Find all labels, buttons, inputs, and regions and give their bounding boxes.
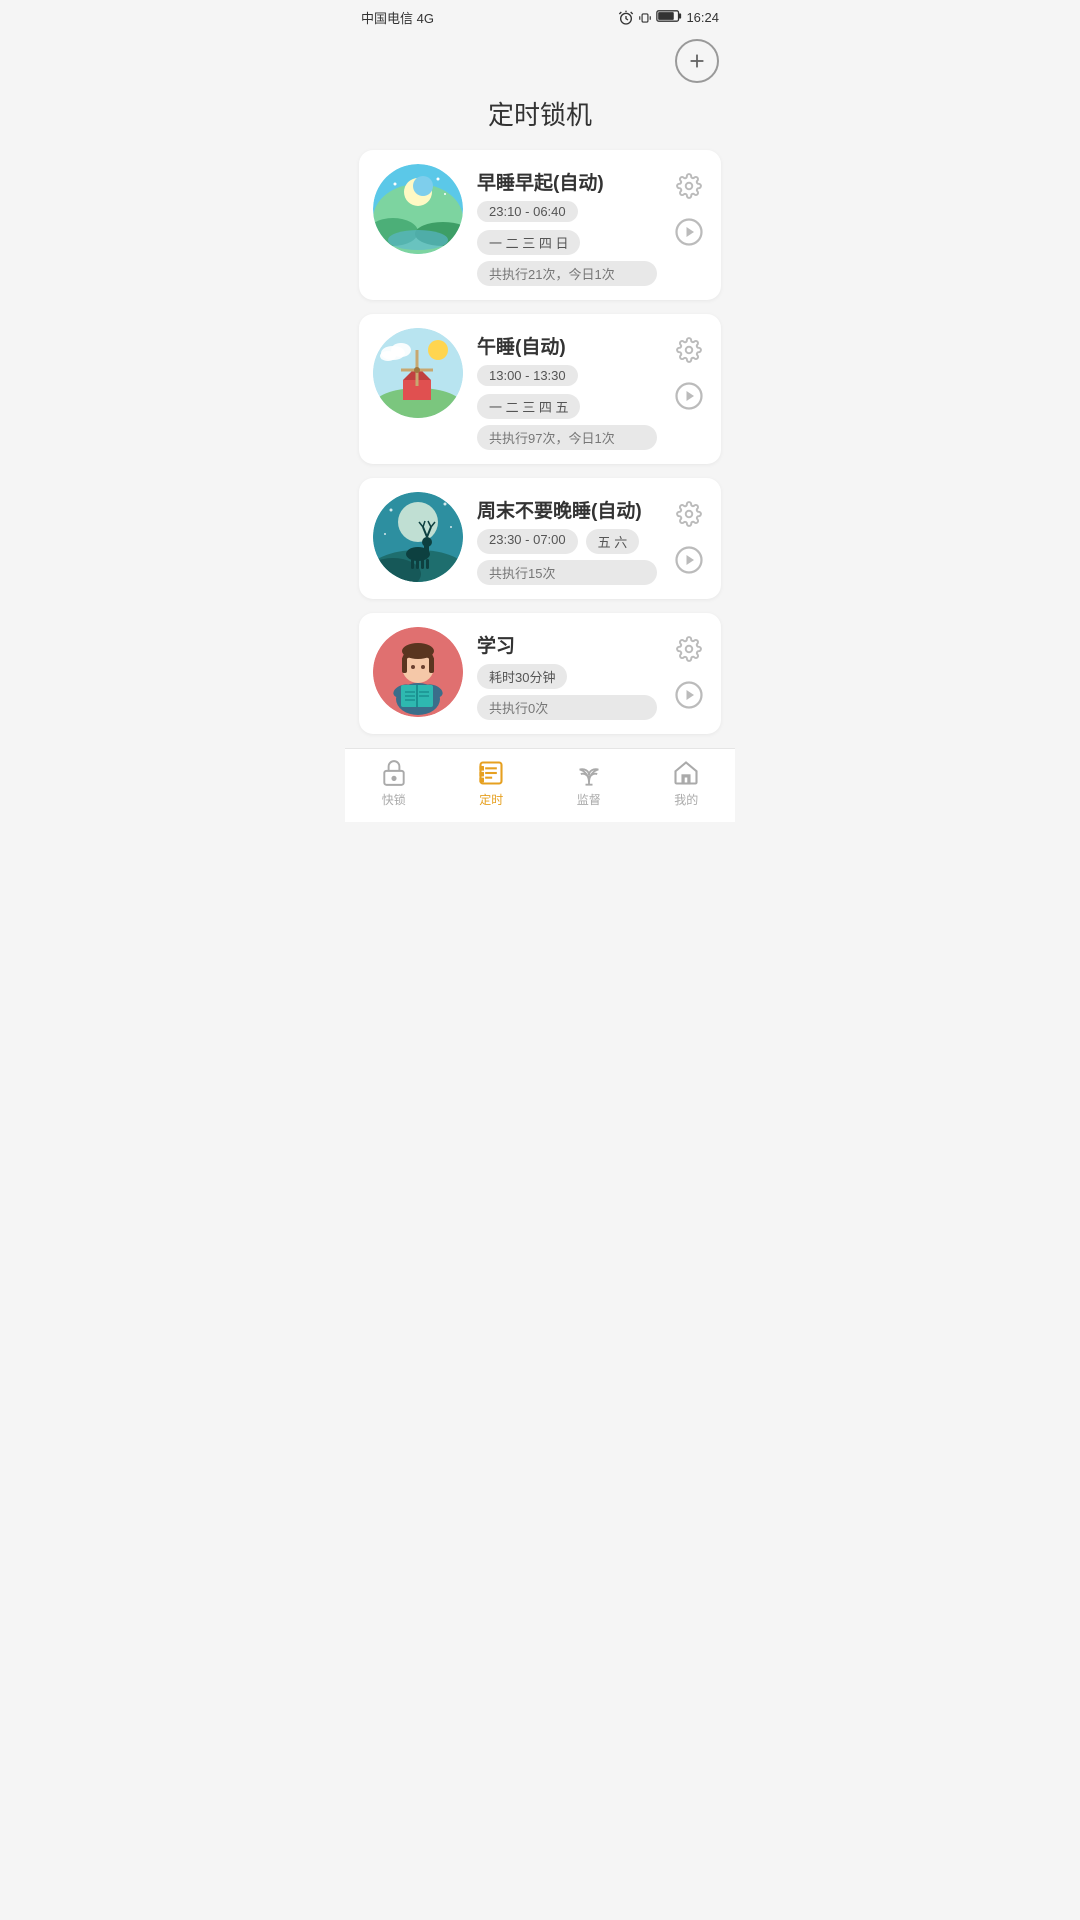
nav-icon-mine <box>672 759 700 787</box>
play-button-early-sleep[interactable] <box>671 214 707 250</box>
nav-item-quick-lock[interactable]: 快锁 <box>345 759 443 808</box>
card-body-noon-nap: 午睡(自动) 13:00 - 13:30 一 二 三 四 五 共执行97次，今日… <box>477 328 657 450</box>
home-icon <box>672 759 700 787</box>
card-actions-study <box>671 627 707 713</box>
card-list: 早睡早起(自动) 23:10 - 06:40 一 二 三 四 日 共执行21次，… <box>345 150 735 734</box>
play-icon-noon-nap <box>674 381 704 411</box>
gear-icon-weekend-sleep <box>676 501 702 527</box>
card-title-noon-nap: 午睡(自动) <box>477 332 657 359</box>
lock-icon <box>381 759 407 787</box>
nav-label-timer: 定时 <box>479 791 503 808</box>
battery-icon <box>656 9 682 23</box>
time-tag-noon-nap: 13:00 - 13:30 <box>477 365 578 386</box>
card-actions-early-sleep <box>671 164 707 250</box>
nav-item-mine[interactable]: 我的 <box>638 759 736 808</box>
stats-weekend-sleep: 共执行15次 <box>477 560 657 585</box>
card-image-early-sleep <box>373 164 463 254</box>
gear-icon-early-sleep <box>676 173 702 199</box>
card-title-early-sleep: 早睡早起(自动) <box>477 168 657 195</box>
card-tags-early-sleep: 23:10 - 06:40 一 二 三 四 日 <box>477 201 657 255</box>
status-right: 16:24 <box>618 9 719 26</box>
time-tag-weekend-sleep: 23:30 - 07:00 <box>477 529 578 554</box>
add-button[interactable] <box>675 39 719 83</box>
card-weekend-sleep: 周末不要晚睡(自动) 23:30 - 07:00 五 六 共执行15次 <box>359 478 721 599</box>
card-tags-weekend-sleep: 23:30 - 07:00 五 六 <box>477 529 657 554</box>
card-noon-nap: 午睡(自动) 13:00 - 13:30 一 二 三 四 五 共执行97次，今日… <box>359 314 721 464</box>
play-icon-early-sleep <box>674 217 704 247</box>
nav-label-quick-lock: 快锁 <box>382 791 406 808</box>
timer-list-icon <box>477 759 505 787</box>
card-early-sleep: 早睡早起(自动) 23:10 - 06:40 一 二 三 四 日 共执行21次，… <box>359 150 721 300</box>
stats-study: 共执行0次 <box>477 695 657 720</box>
battery-text <box>656 9 682 26</box>
days-tag-early-sleep: 一 二 三 四 日 <box>477 230 580 255</box>
card-tags-study: 耗时30分钟 <box>477 664 657 689</box>
play-button-noon-nap[interactable] <box>671 378 707 414</box>
play-icon-weekend-sleep <box>674 545 704 575</box>
card-title-weekend-sleep: 周末不要晚睡(自动) <box>477 496 657 523</box>
nav-icon-monitor <box>575 759 603 787</box>
header <box>345 31 735 87</box>
gear-icon-noon-nap <box>676 337 702 363</box>
days-tag-noon-nap: 一 二 三 四 五 <box>477 394 580 419</box>
card-body-study: 学习 耗时30分钟 共执行0次 <box>477 627 657 720</box>
days-tag-weekend-sleep: 五 六 <box>586 529 640 554</box>
bottom-nav: 快锁 定时 <box>345 748 735 822</box>
card-body-early-sleep: 早睡早起(自动) 23:10 - 06:40 一 二 三 四 日 共执行21次，… <box>477 164 657 286</box>
status-bar: 中国电信 4G 16:24 <box>345 0 735 31</box>
time-text: 16:24 <box>686 10 719 25</box>
gear-icon-study <box>676 636 702 662</box>
card-study: 学习 耗时30分钟 共执行0次 <box>359 613 721 734</box>
play-button-weekend-sleep[interactable] <box>671 542 707 578</box>
nav-icon-quick-lock <box>380 759 408 787</box>
alarm-icon <box>618 10 634 26</box>
vibrate-icon <box>638 10 652 26</box>
stats-noon-nap: 共执行97次，今日1次 <box>477 425 657 450</box>
plus-icon <box>686 50 708 72</box>
card-image-study <box>373 627 463 717</box>
play-button-study[interactable] <box>671 677 707 713</box>
card-image-noon-nap <box>373 328 463 418</box>
settings-button-weekend-sleep[interactable] <box>671 496 707 532</box>
page-title: 定时锁机 <box>345 87 735 150</box>
card-body-weekend-sleep: 周末不要晚睡(自动) 23:30 - 07:00 五 六 共执行15次 <box>477 492 657 585</box>
nav-icon-timer <box>477 759 505 787</box>
plant-icon <box>575 759 603 787</box>
settings-button-study[interactable] <box>671 631 707 667</box>
time-tag-early-sleep: 23:10 - 06:40 <box>477 201 578 222</box>
card-image-weekend-sleep <box>373 492 463 582</box>
card-actions-noon-nap <box>671 328 707 414</box>
duration-tag-study: 耗时30分钟 <box>477 664 567 689</box>
nav-item-monitor[interactable]: 监督 <box>540 759 638 808</box>
nav-item-timer[interactable]: 定时 <box>443 759 541 808</box>
card-tags-noon-nap: 13:00 - 13:30 一 二 三 四 五 <box>477 365 657 419</box>
carrier-text: 中国电信 4G <box>361 8 434 27</box>
nav-label-monitor: 监督 <box>577 791 601 808</box>
card-actions-weekend-sleep <box>671 492 707 578</box>
play-icon-study <box>674 680 704 710</box>
nav-label-mine: 我的 <box>674 791 698 808</box>
card-title-study: 学习 <box>477 631 657 658</box>
stats-early-sleep: 共执行21次，今日1次 <box>477 261 657 286</box>
settings-button-early-sleep[interactable] <box>671 168 707 204</box>
settings-button-noon-nap[interactable] <box>671 332 707 368</box>
